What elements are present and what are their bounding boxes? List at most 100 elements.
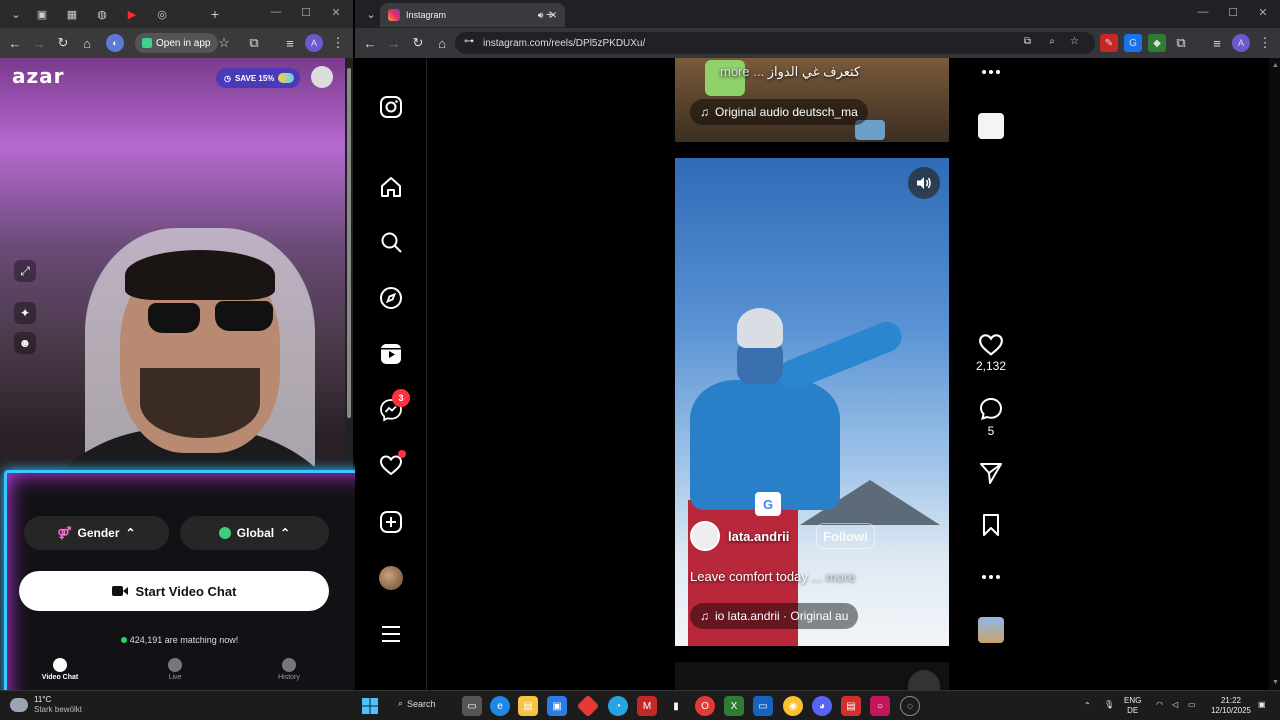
volume-button[interactable]: [908, 167, 940, 199]
home-icon[interactable]: ⌂: [433, 34, 451, 52]
app-red-diamond-icon[interactable]: [576, 694, 600, 718]
home-icon[interactable]: [378, 174, 404, 200]
scroll-up-icon[interactable]: ▲: [1272, 62, 1279, 69]
bookmark-star-icon[interactable]: ☆: [1070, 36, 1079, 47]
gender-dropdown[interactable]: ⚤ Gender ⌃: [24, 516, 169, 550]
app-red-icon[interactable]: ▤: [841, 696, 861, 716]
menu-icon[interactable]: ⋮: [329, 34, 347, 52]
reading-list-icon[interactable]: ≡: [281, 34, 299, 52]
tray-overflow-icon[interactable]: ⌃: [1084, 701, 1091, 711]
back-icon[interactable]: ←: [361, 34, 379, 52]
more-options-icon[interactable]: [975, 569, 1007, 588]
install-app-icon[interactable]: ⧉: [1024, 36, 1031, 47]
app-icon[interactable]: ▮: [666, 696, 686, 716]
microphone-icon[interactable]: 🎙︎: [1104, 700, 1114, 710]
nav-live[interactable]: Live: [135, 658, 215, 681]
tab-favicon-3[interactable]: ◍: [92, 5, 112, 23]
open-in-app-button[interactable]: Open in app: [135, 33, 218, 53]
extension-red-icon[interactable]: ✎: [1100, 34, 1118, 52]
instagram-logo-icon[interactable]: [378, 94, 404, 120]
previous-reel-audio[interactable]: ♫ Original audio deutsch_ma: [690, 99, 868, 125]
start-video-chat-button[interactable]: Start Video Chat: [19, 571, 329, 611]
author-avatar[interactable]: [690, 521, 720, 551]
home-icon[interactable]: ⌂: [78, 34, 96, 52]
scroll-down-icon[interactable]: ▼: [1272, 679, 1279, 686]
nav-history[interactable]: History: [249, 658, 329, 681]
audio-thumbnail[interactable]: [978, 617, 1004, 643]
pip-icon[interactable]: ⤢: [14, 260, 36, 282]
tab-favicon-4[interactable]: ◎: [152, 5, 172, 23]
region-dropdown[interactable]: Global ⌃: [180, 516, 329, 550]
reel-audio[interactable]: ♫ io lata.andrii · Original au: [690, 603, 859, 629]
tab-favicon-1[interactable]: ▣: [32, 5, 52, 23]
mcafee-icon[interactable]: M: [637, 696, 657, 716]
left-scroll-thumb[interactable]: [347, 68, 351, 418]
volume-icon[interactable]: ◁: [1172, 700, 1178, 710]
excel-icon[interactable]: X: [724, 696, 744, 716]
app-pink-icon[interactable]: ○: [870, 696, 890, 716]
maximize-icon[interactable]: ☐: [1223, 6, 1243, 19]
store-icon[interactable]: ▣: [547, 696, 567, 716]
back-icon[interactable]: ←: [6, 34, 24, 52]
address-bar[interactable]: ⊶ instagram.com/reels/DPl5zPKDUXu/ ⧉ ⌕ ☆: [455, 32, 1095, 54]
tab-favicon-youtube[interactable]: ▶: [122, 5, 142, 23]
extensions-icon[interactable]: ⧉: [245, 34, 263, 52]
profile-avatar[interactable]: A: [1232, 34, 1250, 52]
tab-list-icon[interactable]: ⌄: [361, 5, 381, 23]
new-tab-icon[interactable]: +: [205, 5, 225, 23]
wifi-icon[interactable]: ◠: [1156, 700, 1163, 710]
close-window-icon[interactable]: ✕: [1253, 6, 1273, 19]
profile-icon[interactable]: [311, 66, 333, 88]
app-circle-icon[interactable]: ◌: [900, 696, 920, 716]
prev-reel-more-options-icon[interactable]: [975, 64, 1007, 83]
extension-green-icon[interactable]: ◆: [1148, 34, 1166, 52]
reel-caption-more[interactable]: ... more: [811, 569, 855, 584]
translate-icon[interactable]: G: [755, 492, 781, 516]
start-button[interactable]: [360, 696, 380, 716]
like-button[interactable]: 2,132: [975, 332, 1007, 373]
profile-avatar[interactable]: A: [305, 34, 323, 52]
app-display-icon[interactable]: ▭: [753, 696, 773, 716]
forward-icon[interactable]: →: [30, 34, 48, 52]
search-icon[interactable]: [378, 229, 404, 255]
save-button[interactable]: [975, 513, 1007, 540]
battery-icon[interactable]: ▭: [1188, 700, 1196, 710]
notifications-icon[interactable]: [378, 450, 406, 478]
comment-button[interactable]: 5: [975, 397, 1007, 438]
menu-icon[interactable]: ⋮: [1256, 34, 1274, 52]
sticker-icon[interactable]: ☻: [14, 332, 36, 354]
minimize-icon[interactable]: —: [266, 6, 286, 18]
share-button[interactable]: [975, 461, 1007, 488]
save-badge[interactable]: ◷ SAVE 15%: [216, 68, 301, 88]
follow-button[interactable]: Followi: [816, 523, 875, 549]
effects-icon[interactable]: ✦: [14, 302, 36, 324]
right-scrollbar[interactable]: ▲ ▼: [1269, 58, 1280, 690]
tab-instagram[interactable]: Instagram 🔊︎ ✕: [380, 3, 565, 27]
profile-avatar[interactable]: [378, 565, 404, 591]
maximize-icon[interactable]: ☐: [296, 6, 316, 19]
translate-extension-icon[interactable]: G: [1124, 34, 1142, 52]
author-username[interactable]: lata.andrii: [728, 529, 789, 544]
language-indicator[interactable]: ENG DE: [1124, 696, 1141, 716]
extensions-icon[interactable]: ⧉: [1172, 34, 1190, 52]
file-explorer-icon[interactable]: ▤: [518, 696, 538, 716]
more-menu-icon[interactable]: [378, 621, 404, 647]
close-window-icon[interactable]: ✕: [326, 6, 346, 19]
forward-icon[interactable]: →: [385, 34, 403, 52]
new-tab-icon[interactable]: +: [540, 5, 560, 23]
reels-icon[interactable]: [378, 341, 404, 367]
nav-video-chat[interactable]: Video Chat: [20, 658, 100, 681]
site-settings-icon[interactable]: ⊶: [464, 36, 474, 47]
chrome-icon[interactable]: ◉: [783, 696, 803, 716]
reload-icon[interactable]: ↻: [409, 34, 427, 52]
previous-reel-more[interactable]: more ...: [720, 64, 764, 79]
messages-icon[interactable]: 3: [378, 389, 410, 423]
weather-widget[interactable]: 11°C Stark bewölkt: [10, 695, 82, 715]
reload-icon[interactable]: ↻: [54, 34, 72, 52]
reel-author[interactable]: lata.andrii: [690, 521, 789, 551]
tab-favicon-2[interactable]: ▦: [62, 5, 82, 23]
tab-list-icon[interactable]: ⌄: [6, 5, 26, 23]
clock[interactable]: 21:22 12/10/2025: [1208, 696, 1254, 716]
taskbar-search[interactable]: ⌕ Search: [398, 698, 436, 709]
app-blue-icon[interactable]: ◔: [608, 696, 628, 716]
